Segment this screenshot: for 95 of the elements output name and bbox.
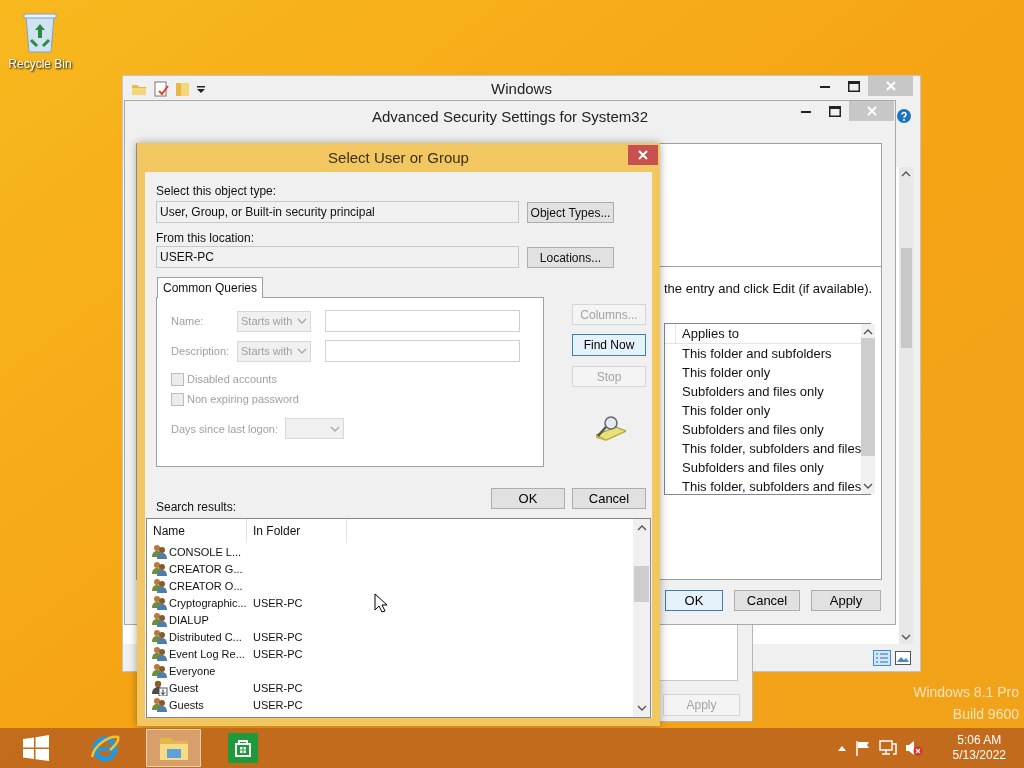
group-icon [151,577,168,594]
table-cell-text: USER-PC [252,680,303,695]
dialog-button[interactable]: Apply [811,590,881,611]
window-title: Advanced Security Settings for System32 [371,107,649,126]
table-cell-text: USER-PC [252,646,303,661]
dialog-button[interactable]: OK [665,590,723,611]
table-cell: Guests [169,697,204,712]
speaker-muted-icon [904,740,923,756]
window-title: Windows [490,79,553,98]
column-header[interactable]: Name [147,519,247,543]
chevron-down-icon [330,424,340,433]
field-label: From this location: [156,231,256,245]
group-icon [151,560,168,577]
watermark-text: Build 9600 [952,706,1019,722]
scroll-down-icon [863,482,874,490]
dialog-button[interactable]: Cancel [572,488,646,509]
table-cell: Everyone [169,663,216,678]
dialog-button[interactable]: Object Types... [527,202,614,223]
column-header: Applies to [681,325,740,343]
dialog-button[interactable]: Find Now [572,334,646,356]
new-folder-icon [175,81,191,97]
desktop-icon-label: Recycle Bin [8,57,72,71]
close-icon [866,106,877,116]
group-icon [151,594,168,611]
field-label: Select this object type: [156,184,278,198]
field-label: Description: [171,344,231,358]
table-cell-text: This folder and subfolders [681,345,833,363]
four-panes-icon [21,735,50,761]
table-cell: Event Log Re... [169,646,245,661]
scrollbar-thumb [634,566,649,602]
readonly-field: User, Group, or Built-in security principal [156,201,519,223]
field-label: Days since last logon: [171,421,279,436]
maximize-icon [847,80,860,92]
instruction-text: the entry and click Edit (if available). [664,281,873,297]
details-view-icon [873,649,891,666]
table-cell: CONSOLE L... [169,544,242,559]
user-icon [151,679,168,696]
checkbox-label: Non expiring password [187,392,299,406]
properties-icon [153,81,169,97]
maximize-icon [828,105,841,117]
scroll-down-icon [901,633,911,641]
table-cell-text: This folder only [681,402,772,420]
field-label: Name: [171,314,205,328]
table-cell-text: This folder, subfolders and files [681,478,862,496]
mouse-pointer-icon [374,593,387,613]
table-cell: DIALUP [169,612,209,627]
dropdown-icon [197,85,205,93]
table-cell: CREATOR G... [169,561,243,576]
watermark-text: Windows 8.1 Pro [913,684,1019,700]
table-cell-text: USER-PC [252,697,303,712]
table-cell: Guest [169,680,199,695]
group-icon [151,645,168,662]
chevron-down-icon [297,347,307,355]
shopping-bag-icon [227,733,258,763]
globe-icon [89,733,120,763]
table-cell-text: Subfolders and files only [681,421,825,439]
table-cell: Cryptographic... [169,595,247,610]
table-cell-text: USER-PC [252,629,303,644]
close-icon [885,81,896,91]
scroll-down-icon [636,704,647,712]
dialog-button[interactable]: Cancel [734,590,800,611]
caret-up-icon [836,744,847,752]
group-icon [151,696,168,713]
help-icon [897,109,911,123]
table-cell-text: Subfolders and files only [681,459,825,477]
clock-date: 5/13/2022 [952,748,1006,763]
readonly-field: USER-PC [156,246,519,268]
dialog-title: Select User or Group [327,148,470,167]
table-cell-text: This folder only [681,364,772,382]
scroll-up-icon [636,524,647,532]
table-cell: CREATOR O... [169,578,243,593]
table-cell-text: Subfolders and files only [681,383,825,401]
dialog-button[interactable]: Locations... [527,247,614,268]
tab[interactable]: Common Queries [157,277,264,298]
table-cell: Distributed C... [169,629,242,644]
section-label: Search results: [156,500,237,514]
explorer-button[interactable] [146,729,201,767]
column-header[interactable]: In Folder [247,519,347,543]
table-cell-text: This folder, subfolders and files [681,440,862,458]
checkbox-label: Disabled accounts [187,372,277,386]
network-icon [878,740,897,756]
close-icon [638,150,648,160]
flag-icon [854,740,871,756]
close-button[interactable] [628,145,658,165]
clock-time: 5:06 AM [957,733,1002,748]
thumbnails-view-icon [895,650,911,665]
table-cell-text: USER-PC [252,595,303,610]
chevron-down-icon [297,317,307,325]
scroll-up-icon [901,170,911,178]
group-icon [151,662,168,679]
group-icon [151,611,168,628]
scroll-up-icon [863,328,874,336]
dialog-button[interactable]: OK [491,488,565,509]
group-icon [151,628,168,645]
group-icon [151,543,168,560]
